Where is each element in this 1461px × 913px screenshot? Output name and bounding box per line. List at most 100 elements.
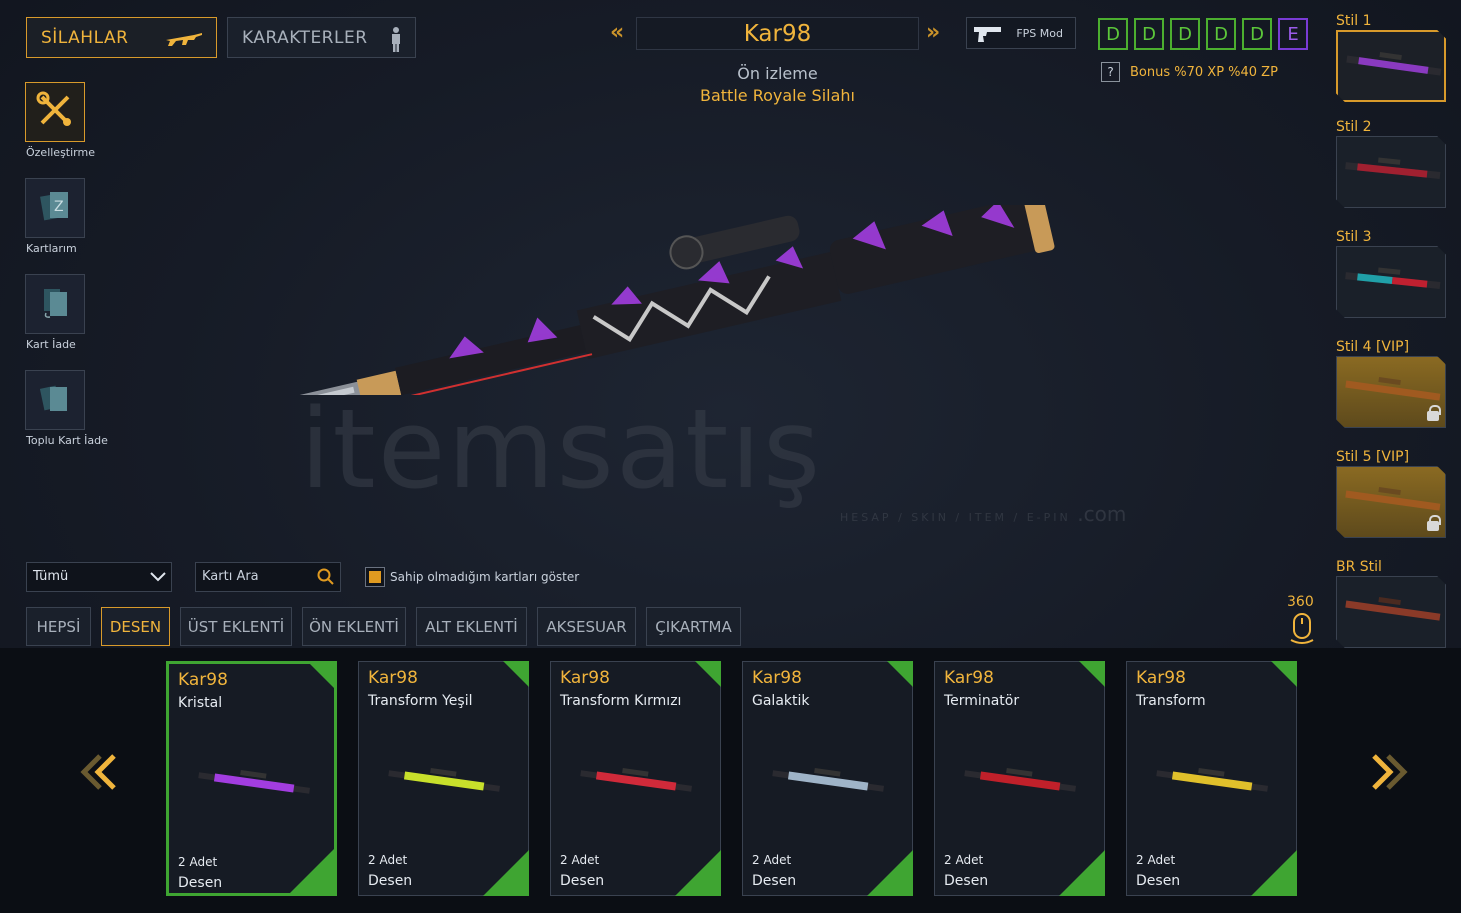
card-return-label: Kart İade [26, 338, 76, 351]
customize-label: Özelleştirme [26, 146, 95, 159]
weapon-title: Kar98 [636, 17, 919, 50]
card-weapon: Kar98 [752, 668, 802, 688]
customize-button[interactable] [25, 82, 85, 142]
card-quantity: 2 Adet [178, 855, 218, 869]
tab-top-attachment[interactable]: ÜST EKLENTİ [180, 607, 292, 646]
card-weapon: Kar98 [944, 668, 994, 688]
skin-rifle-image [772, 768, 885, 792]
lock-icon [1427, 515, 1441, 531]
wrench-screwdriver-icon [36, 91, 74, 133]
show-unowned-checkbox[interactable] [365, 567, 385, 587]
card-skin: Terminatör [944, 693, 1020, 709]
pistol-icon [973, 24, 1003, 47]
grade-badge: D [1170, 18, 1200, 50]
my-cards-button[interactable]: Z [25, 178, 85, 238]
card-weapon: Kar98 [368, 668, 418, 688]
card-quantity: 2 Adet [368, 853, 408, 867]
card-return-button[interactable] [25, 274, 85, 334]
skin-card[interactable]: Kar98 Transform Yeşil 2 Adet Desen [358, 661, 529, 896]
fps-mode-button[interactable]: FPS Mod [966, 17, 1076, 49]
card-type: Desen [752, 873, 797, 889]
card-skin: Transform [1136, 693, 1206, 709]
tab-all[interactable]: HEPSİ [26, 607, 91, 646]
rotate-360-label: 360 [1287, 594, 1314, 610]
skin-rifle-image [580, 768, 693, 792]
prev-weapon-arrow[interactable]: « [610, 20, 624, 45]
style-label: Stil 1 [1336, 13, 1372, 29]
card-type: Desen [560, 873, 605, 889]
card-weapon: Kar98 [1136, 668, 1186, 688]
rifle-icon [164, 26, 204, 55]
preview-label: Ön izleme [737, 64, 818, 83]
lock-icon [1427, 405, 1441, 421]
grade-badge: D [1098, 18, 1128, 50]
style-card-5[interactable] [1336, 466, 1446, 538]
prev-cards-arrow[interactable] [76, 752, 122, 802]
card-type: Desen [1136, 873, 1181, 889]
card-quantity: 2 Adet [560, 853, 600, 867]
tab-front-attachment[interactable]: ÖN EKLENTİ [302, 607, 406, 646]
skin-card[interactable]: Kar98 Transform Kırmızı 2 Adet Desen [550, 661, 721, 896]
card-skin: Galaktik [752, 693, 810, 709]
next-cards-arrow[interactable] [1366, 752, 1412, 802]
style-card-3[interactable] [1336, 246, 1446, 318]
watermark-brand: itemsatış [300, 385, 823, 513]
style-card-br[interactable] [1336, 576, 1446, 648]
svg-text:Z: Z [54, 199, 64, 215]
tab-weapons[interactable]: SİLAHLAR [26, 17, 217, 58]
card-skin: Transform Kırmızı [560, 693, 682, 709]
search-icon [317, 568, 335, 590]
skin-rifle-image [388, 768, 501, 792]
person-icon [389, 26, 403, 57]
skin-card[interactable]: Kar98 Terminatör 2 Adet Desen [934, 661, 1105, 896]
show-unowned-label: Sahip olmadığım kartları göster [390, 570, 580, 584]
card-type: Desen [368, 873, 413, 889]
bulk-card-return-button[interactable] [25, 370, 85, 430]
style-label: Stil 5 [VIP] [1336, 449, 1410, 465]
watermark-tagline: HESAP / SKIN / ITEM / E-PIN .com [840, 502, 1127, 526]
skin-card[interactable]: Kar98 Transform 2 Adet Desen [1126, 661, 1297, 896]
bulk-card-return-label: Toplu Kart İade [26, 434, 108, 447]
card-quantity: 2 Adet [752, 853, 792, 867]
skin-rifle-image [1156, 768, 1269, 792]
style-card-2[interactable] [1336, 136, 1446, 208]
card-search-input[interactable]: Kartı Ara [195, 562, 341, 592]
category-select[interactable]: Tümü [26, 562, 172, 592]
card-quantity: 2 Adet [1136, 853, 1176, 867]
tab-sticker[interactable]: ÇIKARTMA [646, 607, 741, 646]
card-type: Desen [944, 873, 989, 889]
cards-stack-icon [39, 381, 70, 419]
mouse-rotate-icon[interactable] [1289, 612, 1315, 650]
style-label: Stil 2 [1336, 119, 1372, 135]
chevron-down-icon [149, 569, 167, 587]
tab-bottom-attachment[interactable]: ALT EKLENTİ [416, 607, 527, 646]
help-icon[interactable]: ? [1101, 62, 1120, 82]
my-cards-label: Kartlarım [26, 242, 77, 255]
grade-badge: D [1242, 18, 1272, 50]
tab-pattern[interactable]: DESEN [101, 607, 170, 646]
tab-characters[interactable]: KARAKTERLER [227, 17, 416, 58]
skin-rifle-image [964, 768, 1077, 792]
bonus-text: Bonus %70 XP %40 ZP [1130, 65, 1278, 80]
weapon-category: Battle Royale Silahı [700, 86, 855, 105]
card-weapon: Kar98 [560, 668, 610, 688]
card-icon: Z [40, 189, 70, 227]
card-type: Desen [178, 875, 223, 891]
skin-card[interactable]: Kar98 Kristal 2 Adet Desen [166, 661, 337, 896]
next-weapon-arrow[interactable]: » [926, 20, 940, 45]
weapon-preview[interactable] [140, 205, 1060, 395]
style-card-4[interactable] [1336, 356, 1446, 428]
grade-badge: D [1206, 18, 1236, 50]
style-card-1[interactable] [1336, 30, 1446, 102]
grade-badge: D [1134, 18, 1164, 50]
card-return-icon [40, 285, 70, 323]
style-label: Stil 3 [1336, 229, 1372, 245]
grade-badge: E [1278, 18, 1308, 50]
card-weapon: Kar98 [178, 670, 228, 690]
card-skin: Kristal [178, 695, 223, 711]
tab-accessory[interactable]: AKSESUAR [537, 607, 636, 646]
card-skin: Transform Yeşil [368, 693, 473, 709]
skin-card[interactable]: Kar98 Galaktik 2 Adet Desen [742, 661, 913, 896]
card-quantity: 2 Adet [944, 853, 984, 867]
style-label: Stil 4 [VIP] [1336, 339, 1410, 355]
